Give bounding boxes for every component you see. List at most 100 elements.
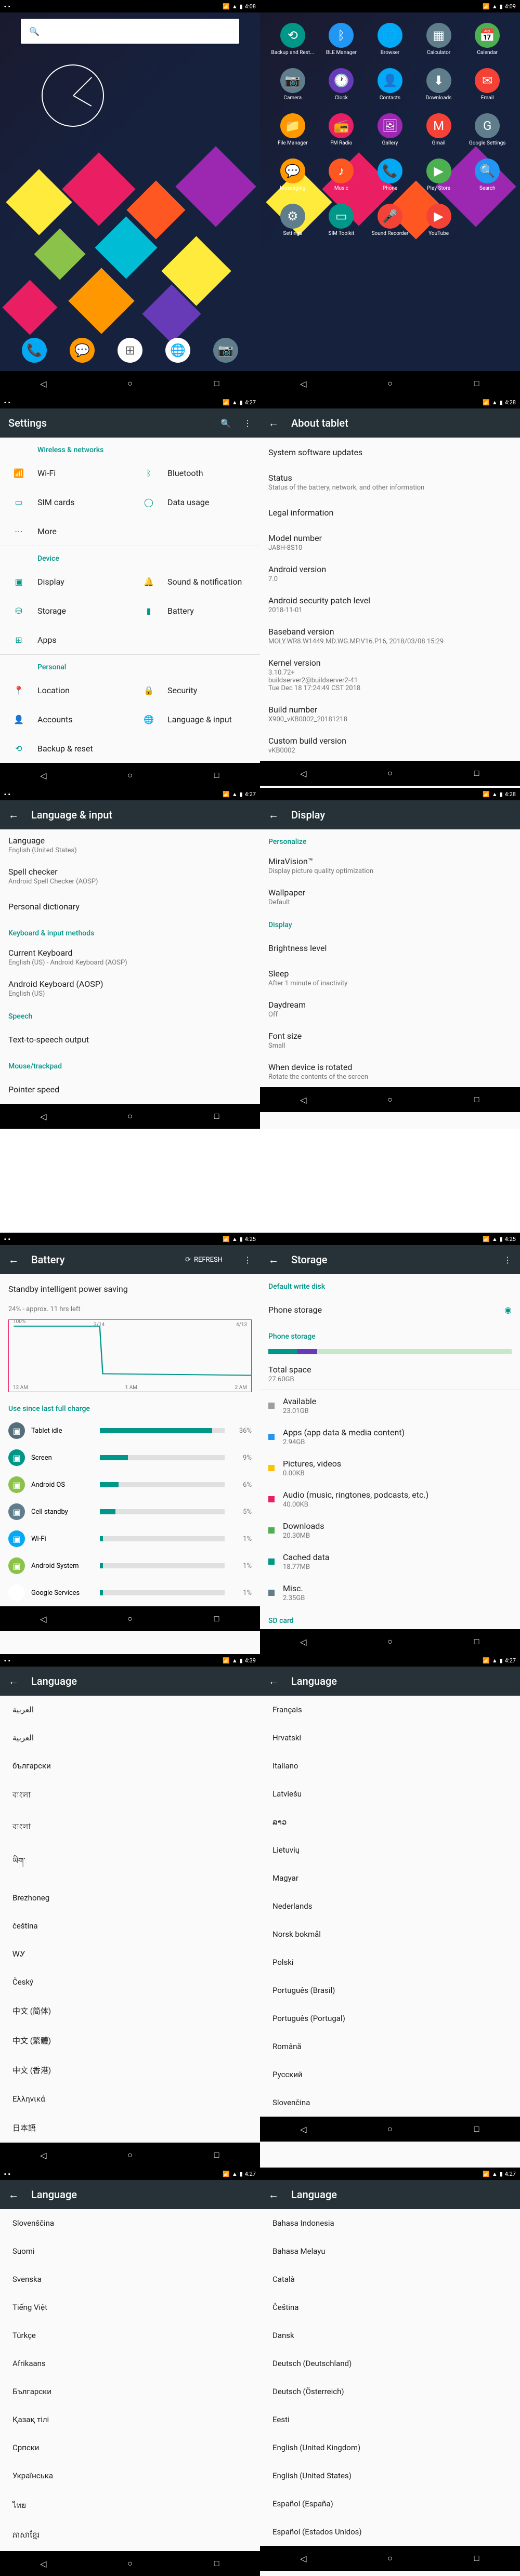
app-icon-music[interactable]: ♪Music bbox=[319, 158, 364, 191]
language-option[interactable]: Tiếng Việt bbox=[0, 2293, 260, 2321]
language-option[interactable]: العربية bbox=[0, 1696, 260, 1724]
recents-button[interactable]: □ bbox=[471, 377, 483, 390]
back-icon[interactable]: ← bbox=[8, 1253, 19, 1266]
app-icon-contacts[interactable]: 👤Contacts bbox=[368, 68, 412, 101]
back-button[interactable]: ◁ bbox=[297, 1635, 309, 1648]
android-version-item[interactable]: Android version7.0 bbox=[260, 558, 520, 589]
language-option[interactable]: 日本語 bbox=[0, 2113, 260, 2143]
current-kb-item[interactable]: Current KeyboardEnglish (US) - Android K… bbox=[0, 942, 260, 973]
back-button[interactable]: ◁ bbox=[37, 1613, 49, 1625]
back-icon[interactable]: ← bbox=[268, 809, 279, 822]
wallpaper[interactable]: 🔍 📞 💬 ⊞ 🌐 📷 bbox=[0, 12, 260, 371]
storage-item[interactable]: Audio (music, ringtones, podcasts, etc.)… bbox=[260, 1484, 520, 1515]
phone-app-icon[interactable]: 📞 bbox=[22, 338, 47, 363]
updates-item[interactable]: System software updates bbox=[260, 438, 520, 467]
app-icon-phone[interactable]: 📞Phone bbox=[368, 158, 412, 191]
language-option[interactable]: Slovenčina bbox=[260, 2089, 520, 2117]
tts-item[interactable]: Text-to-speech output bbox=[0, 1025, 260, 1054]
back-button[interactable]: ◁ bbox=[37, 377, 49, 390]
language-option[interactable]: ភាសាខ្មែរ bbox=[0, 2521, 260, 2551]
battery-chart[interactable]: 100% 3/14 4/13 12 AM 1 AM 2 AM bbox=[8, 1319, 252, 1392]
language-option[interactable]: Українська bbox=[0, 2462, 260, 2490]
language-option[interactable]: Eesti bbox=[260, 2406, 520, 2434]
back-button[interactable]: ◁ bbox=[297, 377, 309, 390]
back-icon[interactable]: ← bbox=[8, 1675, 19, 1688]
more-item[interactable]: ⋯More bbox=[0, 517, 130, 546]
language-option[interactable]: Deutsch (Österreich) bbox=[260, 2377, 520, 2406]
overflow-icon[interactable]: ⋮ bbox=[243, 418, 252, 428]
app-icon-calendar[interactable]: 📅Calendar bbox=[465, 23, 510, 56]
app-icon-settings[interactable]: ⚙Settings bbox=[270, 204, 315, 236]
language-option[interactable]: ᎳᎩ bbox=[0, 1940, 260, 1968]
search-icon[interactable]: 🔍 bbox=[220, 418, 231, 428]
back-icon[interactable]: ← bbox=[268, 2188, 279, 2201]
phone-storage-radio[interactable]: Phone storage◉ bbox=[260, 1295, 520, 1324]
recents-button[interactable]: □ bbox=[471, 767, 483, 780]
language-option[interactable]: Türkçe bbox=[0, 2321, 260, 2349]
language-option[interactable]: Afrikaans bbox=[0, 2349, 260, 2377]
google-search-bar[interactable]: 🔍 bbox=[21, 19, 239, 44]
home-button[interactable]: ○ bbox=[384, 1635, 396, 1648]
analog-clock-widget[interactable] bbox=[42, 64, 104, 127]
language-option[interactable]: Polski bbox=[260, 1948, 520, 1976]
chrome-app-icon[interactable]: 🌐 bbox=[165, 338, 190, 363]
app-icon-ble-manager[interactable]: ᛒBLE Manager bbox=[319, 23, 364, 56]
app-icon-clock[interactable]: 🕐Clock bbox=[319, 68, 364, 101]
recents-button[interactable]: □ bbox=[211, 1110, 223, 1122]
back-button[interactable]: ◁ bbox=[37, 2557, 49, 2570]
legal-item[interactable]: Legal information bbox=[260, 498, 520, 527]
language-option[interactable]: Slovenščina bbox=[0, 2209, 260, 2237]
patch-item[interactable]: Android security patch level2018-11-01 bbox=[260, 589, 520, 620]
build-item[interactable]: Build numberX900_vKB0002_20181218 bbox=[260, 698, 520, 730]
language-option[interactable]: বাংলা bbox=[0, 1780, 260, 1812]
language-item[interactable]: LanguageEnglish (United States) bbox=[0, 829, 260, 861]
recents-button[interactable]: □ bbox=[211, 1613, 223, 1625]
language-option[interactable]: Ελληνικά bbox=[0, 2085, 260, 2113]
rotate-item[interactable]: When device is rotatedRotate the content… bbox=[260, 1056, 520, 1087]
language-option[interactable]: Svenska bbox=[0, 2265, 260, 2293]
language-option[interactable]: ไทย bbox=[0, 2490, 260, 2521]
app-icon-file-manager[interactable]: 📁File Manager bbox=[270, 113, 315, 146]
app-icon-email[interactable]: ✉Email bbox=[465, 68, 510, 101]
battery-usage-item[interactable]: ▣Wi-Fi1% bbox=[0, 1525, 260, 1552]
recents-button[interactable]: □ bbox=[211, 2557, 223, 2570]
wifi-item[interactable]: 📶Wi-Fi bbox=[0, 458, 130, 487]
language-option[interactable]: Português (Portugal) bbox=[260, 2004, 520, 2032]
language-option[interactable]: Brezhoneg bbox=[0, 1884, 260, 1912]
daydream-item[interactable]: DaydreamOff bbox=[260, 994, 520, 1025]
language-option[interactable]: Română bbox=[260, 2032, 520, 2060]
language-option[interactable]: Български bbox=[0, 2377, 260, 2406]
language-option[interactable]: Lietuvių bbox=[260, 1836, 520, 1864]
sound-item[interactable]: 🔔Sound & notification bbox=[130, 567, 260, 596]
language-option[interactable]: Italiano bbox=[260, 1752, 520, 1780]
language-item[interactable]: 🌐Language & input bbox=[130, 705, 260, 734]
home-button[interactable]: ○ bbox=[384, 767, 396, 780]
back-button[interactable]: ◁ bbox=[297, 767, 309, 780]
language-option[interactable]: ཡིག་ bbox=[0, 1843, 260, 1884]
language-option[interactable]: čeština bbox=[0, 1912, 260, 1940]
app-icon-google-settings[interactable]: GGoogle Settings bbox=[465, 113, 510, 146]
app-icon-sim-toolkit[interactable]: ▭SIM Toolkit bbox=[319, 204, 364, 236]
storage-item[interactable]: Misc.2.35GB bbox=[260, 1577, 520, 1608]
battery-item[interactable]: ▮Battery bbox=[130, 596, 260, 625]
back-icon[interactable]: ← bbox=[8, 809, 19, 822]
language-option[interactable]: বাংলা bbox=[0, 1812, 260, 1843]
app-icon-gallery[interactable]: 🖼Gallery bbox=[368, 113, 412, 146]
battery-usage-item[interactable]: ▣Android System1% bbox=[0, 1552, 260, 1579]
home-button[interactable]: ○ bbox=[384, 377, 396, 390]
dictionary-item[interactable]: Personal dictionary bbox=[0, 892, 260, 921]
data-usage-item[interactable]: ◯Data usage bbox=[130, 487, 260, 517]
home-button[interactable]: ○ bbox=[124, 377, 136, 390]
back-button[interactable]: ◁ bbox=[297, 1093, 309, 1106]
language-option[interactable]: Српски bbox=[0, 2434, 260, 2462]
language-option[interactable]: English (United Kingdom) bbox=[260, 2434, 520, 2462]
language-option[interactable]: Magyar bbox=[260, 1864, 520, 1892]
refresh-button[interactable]: ⟳REFRESH bbox=[185, 1256, 223, 1264]
app-icon-youtube[interactable]: ▶YouTube bbox=[417, 204, 461, 236]
battery-usage-item[interactable]: ▣Cell standby5% bbox=[0, 1498, 260, 1525]
power-saving-item[interactable]: Standby intelligent power saving bbox=[0, 1274, 260, 1303]
status-item[interactable]: StatusStatus of the battery, network, an… bbox=[260, 467, 520, 498]
app-icon-browser[interactable]: 🌐Browser bbox=[368, 23, 412, 56]
home-button[interactable]: ○ bbox=[384, 2123, 396, 2135]
home-button[interactable]: ○ bbox=[124, 2149, 136, 2161]
